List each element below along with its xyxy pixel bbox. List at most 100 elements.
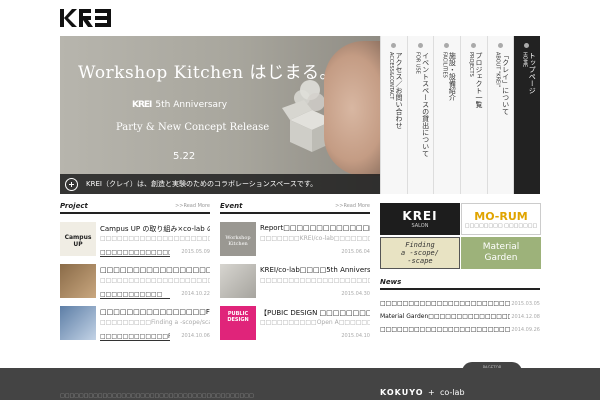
project-date: 2014.10.06 [181, 333, 210, 339]
news-date: 2015.03.05 [511, 301, 540, 307]
project-read-more-link[interactable]: >>Read More [175, 203, 210, 209]
mo-rum-banner[interactable]: MO-RUM □□□□□□□□ □□□□□□□ [461, 203, 541, 235]
project-title: □□□□□□□□□□□□□□□□□□□□□□□□□□□□□□□□ [100, 266, 210, 274]
project-description: □□□□□□□□□Finding a -scope/scape + [100, 319, 210, 326]
salon-banner-title: KREI [402, 209, 438, 223]
news-heading: News [380, 278, 402, 286]
event-title: Report□□□□□□□□□□□□□□□□□□□□□□□ – [260, 224, 370, 232]
project-list-item[interactable]: Campus UP Campus UP の取り組み×co-lab の取り組み □… [60, 222, 210, 262]
news-list-item[interactable]: □□□□□□□□□□□□□□□□□□□□□□□□□□□□□□□□ 2015.03… [380, 300, 540, 312]
finding-a-scope-banner[interactable]: Finding a -scope/ -scape [380, 237, 460, 269]
event-title: KREI/co-lab□□□□5th Anniversary [260, 266, 370, 274]
news-list-item[interactable]: □□□□□□□□□□□□□□□□□□□□□□□□□□□□ 2014.09.26 [380, 326, 540, 338]
event-title: 【PUBIC DESIGN □□□□□□□□□□□□□□□□□□ [260, 309, 370, 317]
event-description: □□□□□□□□□□Open A□□□□□□□□□□□□□□□ [260, 319, 370, 326]
morum-banner-title: MO-RUM [474, 209, 528, 223]
nav-label-en: ABOUT "KREI" [494, 52, 501, 87]
hero-caption-text: KREI（クレイ）は、創造と実験のためのコラボレーションスペースです。 [86, 180, 318, 188]
project-thumbnail [60, 264, 96, 298]
hero-caption-bar: KREI（クレイ）は、創造と実験のためのコラボレーションスペースです。 [60, 174, 380, 194]
nav-dot-icon [391, 43, 396, 48]
nav-item-home[interactable]: トップページ HOME [513, 36, 540, 194]
footer-plus-sign: + [428, 388, 435, 397]
project-date: 2014.10.22 [181, 291, 210, 297]
project-date: 2015.05.09 [181, 249, 210, 255]
project-link[interactable]: □□□□□□□□□□□ [100, 291, 170, 299]
krei-logo[interactable] [60, 8, 115, 28]
material-garden-banner[interactable]: Material Garden [461, 237, 541, 269]
project-link[interactable]: □□□□□□□□□□□□Finding a [100, 333, 170, 341]
nav-item-access[interactable]: アクセス／お問い合わせ ACCESS&CONTACT [380, 36, 407, 194]
news-title: □□□□□□□□□□□□□□□□□□□□□□□□□□□□ [380, 326, 510, 333]
project-section-header: Project >>Read More [60, 202, 210, 214]
nav-label: 「クレイ」について [501, 52, 510, 115]
project-title: □□□□□□□□□□□□□□□□Finding a -scope/- [100, 308, 210, 316]
hero-anniversary: KREI 5th Anniversary [132, 100, 227, 110]
finding-banner-line3: -scape [407, 257, 433, 265]
footer-copyright: □□□□□□□□□□□□□□□□□□□□□□□□□□□□□□□□□□□□□□□□… [60, 393, 254, 399]
nav-dot-icon [497, 43, 503, 48]
event-read-more-link[interactable]: >>Read More [335, 203, 370, 209]
nav-item-facilities[interactable]: 施設・設備紹介 FACILITIES [433, 36, 460, 194]
news-date: 2014.09.26 [511, 327, 540, 333]
event-thumbnail: Workshop Kitchen [220, 222, 256, 256]
news-section-header: News [380, 278, 540, 290]
event-date: 2015.06.04 [341, 249, 370, 255]
project-thumbnail: Campus UP [60, 222, 96, 256]
colab-logo[interactable]: co-lab [440, 388, 465, 397]
event-thumbnail: PUBLIC DESIGN [220, 306, 256, 340]
project-thumbnail [60, 306, 96, 340]
nav-label: イベントスペースの貸出について [421, 52, 430, 157]
news-date: 2014.12.08 [511, 314, 540, 320]
event-heading: Event [220, 202, 243, 210]
main-navigation: アクセス／お問い合わせ ACCESS&CONTACT イベントスペースの貸出につい… [380, 36, 540, 194]
project-link[interactable]: □□□□□□□□□□□□□□ [100, 249, 170, 257]
nav-label-en: PROJECTS [467, 52, 474, 77]
nav-item-about[interactable]: 「クレイ」について ABOUT "KREI" [486, 36, 514, 194]
project-list-item[interactable]: □□□□□□□□□□□□□□□□□ □□□□□□□□□□□□□□□ □□□□ □□□… [60, 264, 210, 304]
nav-dot-icon [417, 43, 423, 48]
nav-label: プロジェクト一覧 [474, 52, 483, 108]
nav-dot-icon [524, 43, 530, 48]
hero-anniversary-brand: KREI [132, 100, 152, 110]
kokuyo-logo[interactable]: KOKUYO [380, 388, 424, 397]
hero-date: 5.22 [173, 151, 196, 162]
nav-label-en: FACILITIES [441, 52, 448, 78]
event-list-item[interactable]: KREI/co-lab□□□□5th Anniversary □□□□□□□□□… [220, 264, 370, 304]
event-thumbnail [220, 264, 256, 298]
event-list-item[interactable]: PUBLIC DESIGN 【PUBIC DESIGN □□□□□□□□ □□□□… [220, 306, 370, 346]
project-heading: Project [60, 202, 88, 210]
hero-slideshow[interactable]: Workshop Kitchen はじまる。 KREI 5th Anniversa… [60, 36, 380, 194]
material-banner-line1: Material [482, 242, 520, 252]
footer: □□□□□□□□□□□□□□□□□□□□□□□□□□□□□□□□□□□□□□□□… [0, 368, 600, 400]
project-title: Campus UP の取り組み×co-lab の取り組み [100, 225, 210, 233]
morum-banner-subtitle: □□□□□□□□ □□□□□□□ [464, 222, 538, 229]
nav-label: 施設・設備紹介 [448, 52, 457, 101]
finding-banner-line2: a -scope/ [401, 249, 439, 257]
hero-portrait [324, 41, 380, 176]
plus-icon[interactable] [65, 177, 78, 191]
nav-label-en: HOME [521, 52, 528, 68]
event-description: □□□□□□□□□□□□□□□□□□□□□□□□□□□□□□□□ [260, 277, 370, 284]
hero-anniversary-text: 5th Anniversary [155, 100, 228, 110]
event-list-item[interactable]: Workshop Kitchen Report□□□□□□□□□□□□□ □□□□… [220, 222, 370, 262]
news-list-item[interactable]: Material Garden□□□□□□□□□□□□□□□□□□□□□ 201… [380, 313, 540, 325]
project-description: □□□□□□□□□□□□□□□□□□□□□□□□□□□□□□□□□ [100, 277, 210, 284]
nav-label: アクセス／お問い合わせ [395, 52, 403, 129]
salon-banner-subtitle: SALON [411, 223, 429, 229]
project-list-item[interactable]: □□□□□□□□□□□□□□□□Finding a -scope/- □□□□□… [60, 306, 210, 346]
hero-party-text: Party & New Concept Release [116, 122, 270, 133]
nav-dot-icon [470, 43, 476, 48]
nav-label: トップページ [528, 52, 537, 94]
nav-label-en: FOR USE [414, 52, 421, 74]
material-banner-line2: Garden [484, 253, 518, 263]
event-date: 2015.04.30 [341, 291, 370, 297]
nav-item-projects[interactable]: プロジェクト一覧 PROJECTS [459, 36, 487, 194]
news-title: Material Garden□□□□□□□□□□□□□□□□□□□□□ [380, 313, 510, 320]
event-date: 2015.04.10 [341, 333, 370, 339]
event-description: □□□□□□□KREI/co-lab□□□□□□□□□□□□□□ [260, 235, 370, 242]
event-section-header: Event >>Read More [220, 202, 370, 214]
krei-salon-banner[interactable]: KREI SALON [380, 203, 460, 235]
nav-item-for-use[interactable]: イベントスペースの貸出について FOR USE [406, 36, 434, 194]
finding-banner-line1: Finding [405, 241, 435, 249]
